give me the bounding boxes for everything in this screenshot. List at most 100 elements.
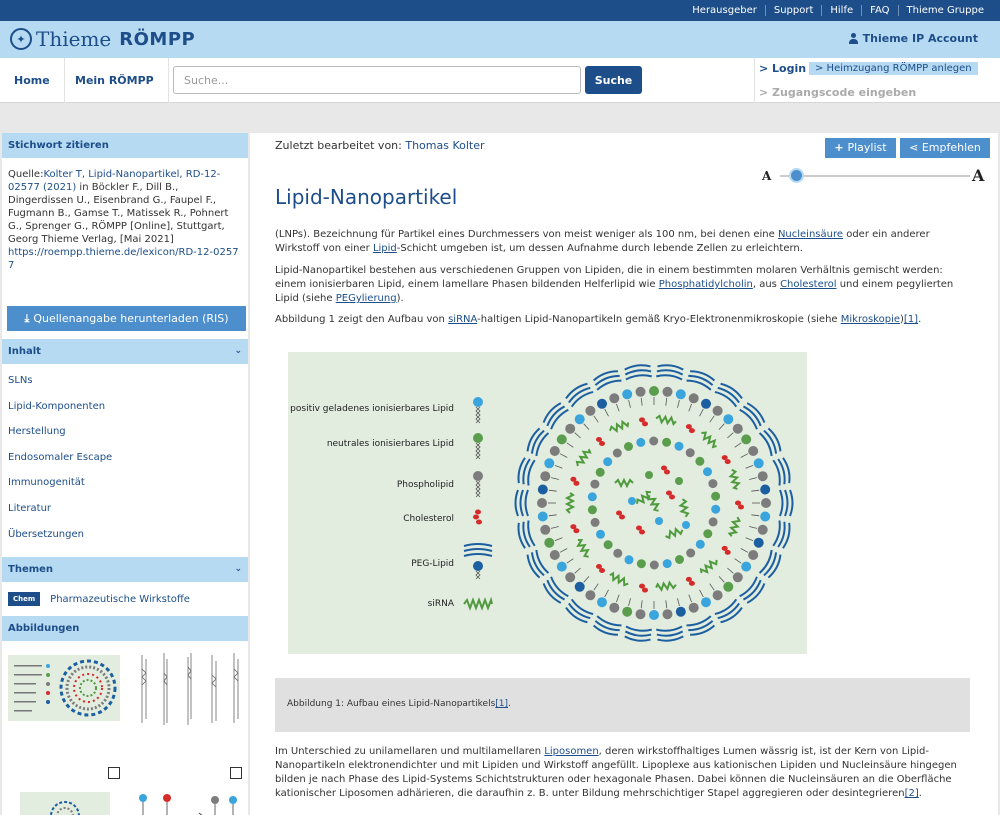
ref-2-link[interactable]: [2] bbox=[905, 788, 919, 799]
legend-symbol-neutral bbox=[473, 433, 483, 460]
lnp-figure[interactable]: positiv geladenes ionisierbares Lipid ne… bbox=[288, 352, 807, 654]
p4-text-c: . bbox=[918, 788, 922, 799]
chem-badge: Chem bbox=[8, 592, 41, 607]
article-content: Zuletzt bearbeitet von: Thomas Kolter + … bbox=[250, 133, 998, 815]
themen-header[interactable]: Themen ⌄ bbox=[2, 557, 248, 583]
recommend-button[interactable]: ⋖ Empfehlen bbox=[900, 138, 990, 158]
paragraph-3: Abbildung 1 zeigt den Aufbau von siRNA-h… bbox=[275, 313, 971, 327]
toc-item-immunogenitaet[interactable]: Immunogenität bbox=[2, 470, 248, 496]
caption-text-a: Abbildung 1: Aufbau eines Lipid-Nanopart… bbox=[287, 699, 496, 709]
cite-url[interactable]: https://roempp.thieme.de/lexicon/RD-12-0… bbox=[8, 247, 239, 271]
font-slider-handle[interactable] bbox=[788, 168, 804, 183]
search-input[interactable] bbox=[173, 66, 581, 94]
themen-item[interactable]: Chem Pharmazeutische Wirkstoffe bbox=[2, 582, 248, 616]
font-small-icon: A bbox=[762, 169, 772, 183]
share-icon: ⋖ bbox=[909, 141, 922, 154]
thumbnail-grid bbox=[2, 641, 248, 815]
thumbnail-structures[interactable] bbox=[134, 649, 246, 732]
p2-text-b: , aus bbox=[752, 279, 781, 290]
ref-1-link[interactable]: [1] bbox=[904, 314, 918, 325]
sidebar: Stichwort zitieren Quelle:Kolter T, Lipi… bbox=[2, 133, 248, 815]
p4-text-a: Im Unterschied zu unilamellaren und mult… bbox=[275, 746, 545, 757]
login-link[interactable]: > Login bbox=[759, 62, 806, 75]
recommend-label: Empfehlen bbox=[921, 141, 981, 154]
thieme-emblem-icon: ✦ bbox=[10, 28, 32, 50]
inhalt-header[interactable]: Inhalt ⌄ bbox=[2, 339, 248, 364]
top-nav-support[interactable]: Support bbox=[764, 5, 822, 16]
toc-item-slns[interactable]: SLNs bbox=[2, 368, 248, 394]
link-mikroskopie[interactable]: Mikroskopie bbox=[841, 314, 900, 325]
thumbnail-1-checkbox[interactable] bbox=[108, 767, 120, 780]
top-nav-herausgeber[interactable]: Herausgeber bbox=[684, 5, 765, 16]
paragraph-2: Lipid-Nanopartikel bestehen aus verschie… bbox=[275, 264, 971, 306]
p1-text-a: (LNPs). Bezeichnung für Partikel eines D… bbox=[275, 229, 778, 240]
toc-list: SLNs Lipid-Komponenten Herstellung Endos… bbox=[2, 364, 248, 547]
nav-home[interactable]: Home bbox=[0, 58, 65, 103]
download-ris-button[interactable]: ⤓ Quellenangabe herunterladen (RIS) bbox=[7, 306, 246, 331]
p1-text-c: -Schicht umgeben ist, um dessen Aufnahme… bbox=[396, 243, 803, 254]
toc-item-endosomaler-escape[interactable]: Endosomaler Escape bbox=[2, 445, 248, 471]
top-nav: Herausgeber Support Hilfe FAQ Thieme Gru… bbox=[684, 0, 992, 21]
abbildungen-header: Abbildungen bbox=[2, 616, 248, 642]
ip-account-link[interactable]: Thieme IP Account bbox=[848, 32, 978, 45]
top-nav-hilfe[interactable]: Hilfe bbox=[821, 5, 861, 16]
search-button[interactable]: Suche bbox=[585, 66, 642, 94]
logo-thieme-text: Thieme bbox=[36, 27, 112, 51]
zugangscode-link[interactable]: > Zugangscode eingeben bbox=[759, 86, 916, 99]
top-nav-faq[interactable]: FAQ bbox=[861, 5, 897, 16]
author-link[interactable]: Thomas Kolter bbox=[405, 139, 484, 152]
caption-text: Abbildung 1: Aufbau eines Lipid-Nanopart… bbox=[287, 699, 511, 709]
legend-symbol-cholesterol bbox=[473, 509, 482, 525]
inhalt-header-label: Inhalt bbox=[8, 346, 41, 357]
login-area: > Login > Heimzugang RÖMPP anlegen > Zug… bbox=[754, 58, 998, 103]
p3-text-d: . bbox=[918, 314, 922, 325]
top-nav-thieme-gruppe[interactable]: Thieme Gruppe bbox=[897, 5, 993, 16]
cite-prefix: Quelle: bbox=[8, 169, 44, 180]
citation-text: Quelle:Kolter T, Lipid-Nanopartikel, RD-… bbox=[2, 158, 248, 306]
logo-roempp-text: RÖMPP bbox=[119, 28, 196, 50]
font-slider-track[interactable] bbox=[780, 175, 970, 177]
thumbnail-3[interactable] bbox=[20, 792, 110, 815]
caption-text-b: . bbox=[508, 699, 511, 709]
download-label: Quellenangabe herunterladen (RIS) bbox=[33, 312, 229, 325]
lnp-diagram bbox=[463, 364, 794, 642]
p3-text-b: -haltigen Lipid-Nanopartikeln gemäß Kryo… bbox=[477, 314, 841, 325]
toc-item-literatur[interactable]: Literatur bbox=[2, 496, 248, 522]
nav-mein-roempp[interactable]: Mein RÖMPP bbox=[61, 58, 169, 103]
legend-symbol-phospholipid bbox=[473, 471, 483, 498]
paragraph-1: (LNPs). Bezeichnung für Partikel eines D… bbox=[275, 228, 971, 256]
link-sirna[interactable]: siRNA bbox=[448, 314, 477, 325]
page-title: Lipid-Nanopartikel bbox=[275, 185, 458, 209]
toc-item-lipid-komponenten[interactable]: Lipid-Komponenten bbox=[2, 394, 248, 420]
playlist-label: Playlist bbox=[847, 141, 887, 154]
last-edited-label: Zuletzt bearbeitet von: bbox=[275, 139, 402, 152]
thumbnail-lnp-figure[interactable] bbox=[8, 655, 120, 722]
toc-item-uebersetzungen[interactable]: Übersetzungen bbox=[2, 522, 248, 548]
ip-account-label: Thieme IP Account bbox=[862, 32, 978, 45]
link-lipid[interactable]: Lipid bbox=[373, 243, 397, 254]
thumbnail-4[interactable] bbox=[133, 792, 245, 815]
figure-caption: Abbildung 1: Aufbau eines Lipid-Nanopart… bbox=[275, 678, 970, 732]
thumbnail-2-checkbox[interactable] bbox=[230, 767, 242, 780]
legend-symbol-cationic bbox=[473, 397, 483, 424]
logo[interactable]: ✦ Thieme RÖMPP bbox=[10, 27, 195, 51]
brand-bar: ✦ Thieme RÖMPP Thieme IP Account bbox=[0, 21, 1000, 58]
plus-icon: + bbox=[834, 141, 848, 154]
lnp-particle bbox=[514, 364, 794, 642]
link-phosphatidylcholin[interactable]: Phosphatidylcholin bbox=[659, 279, 753, 290]
caption-ref-link[interactable]: [1] bbox=[495, 699, 508, 709]
page-gap bbox=[0, 104, 1000, 133]
font-large-icon: A bbox=[972, 166, 985, 185]
cite-header: Stichwort zitieren bbox=[2, 133, 248, 158]
font-size-slider[interactable]: A A bbox=[762, 166, 990, 185]
themen-label: Pharmazeutische Wirkstoffe bbox=[50, 593, 190, 605]
link-nucleinsaeure[interactable]: Nucleinsäure bbox=[778, 229, 843, 240]
heimzugang-link[interactable]: > Heimzugang RÖMPP anlegen bbox=[809, 62, 978, 75]
chevron-down-icon: ⌄ bbox=[234, 564, 242, 575]
link-cholesterol[interactable]: Cholesterol bbox=[780, 279, 836, 290]
themen-header-label: Themen bbox=[8, 564, 54, 576]
link-liposomen[interactable]: Liposomen bbox=[544, 746, 598, 757]
playlist-button[interactable]: + Playlist bbox=[825, 138, 896, 158]
link-pegylierung[interactable]: PEGylierung bbox=[336, 293, 397, 304]
toc-item-herstellung[interactable]: Herstellung bbox=[2, 419, 248, 445]
